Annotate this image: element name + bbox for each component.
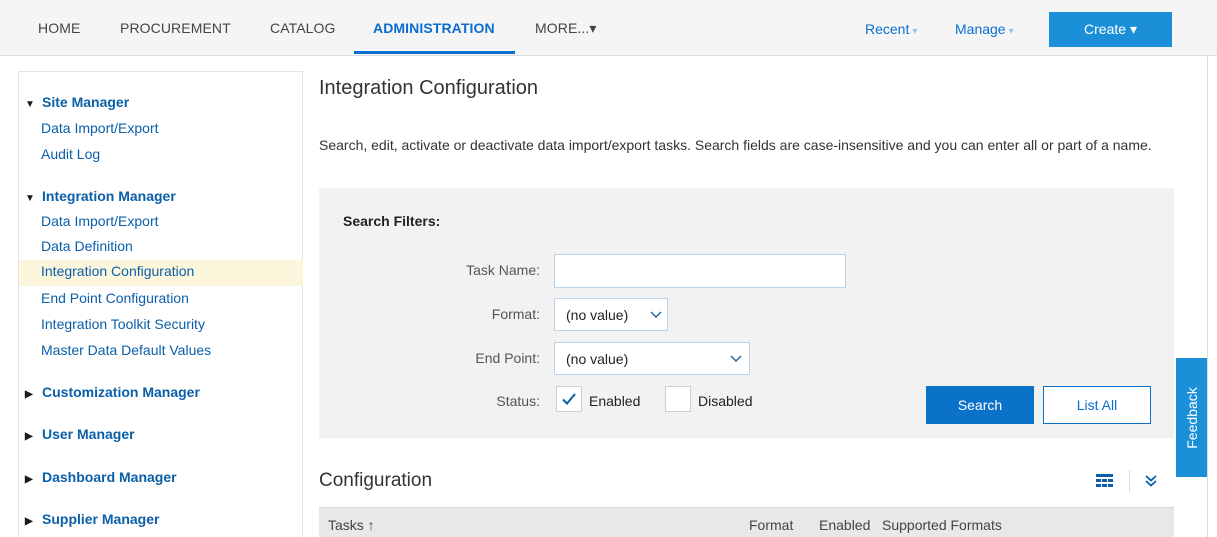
recent-caret-icon: ▾ [912, 26, 918, 37]
task-name-label: Task Name: [466, 262, 540, 278]
manage-caret-icon: ▾ [1008, 26, 1014, 37]
search-button[interactable]: Search [926, 386, 1034, 424]
sidebar-item-master-data-default-values[interactable]: Master Data Default Values [41, 342, 211, 358]
disabled-label: Disabled [698, 393, 753, 409]
create-button[interactable]: Create ▾ [1049, 12, 1172, 47]
end-point-selected-value: (no value) [566, 350, 629, 367]
expanded-triangle-icon: ▼ [25, 99, 35, 110]
sidebar-section-integration-manager[interactable]: ▼ Integration Manager [25, 188, 176, 204]
sidebar-item-integration-configuration[interactable]: Integration Configuration [41, 263, 194, 279]
format-select[interactable]: (no value) [554, 298, 668, 331]
format-selected-value: (no value) [566, 306, 629, 323]
sidebar-section-supplier-manager[interactable]: ▶ Supplier Manager [25, 511, 159, 527]
section-title: Supplier Manager [42, 511, 160, 527]
column-header-supported-formats[interactable]: Supported Formats [882, 517, 1002, 533]
sidebar-item-data-import-export[interactable]: Data Import/Export [41, 213, 159, 229]
table-options-icon[interactable] [1096, 474, 1113, 488]
page-title: Integration Configuration [319, 77, 539, 99]
feedback-label: Feedback [1183, 386, 1200, 449]
toolbar-divider [1129, 470, 1130, 492]
sidebar-item-integration-toolkit-security[interactable]: Integration Toolkit Security [41, 316, 205, 332]
section-title: Customization Manager [42, 384, 200, 400]
top-navigation-bar: HOME PROCUREMENT CATALOG ADMINISTRATION … [0, 0, 1217, 56]
checkmark-icon [562, 393, 576, 405]
sidebar-item-data-definition[interactable]: Data Definition [41, 238, 133, 254]
nav-tab-procurement[interactable]: PROCUREMENT [120, 20, 231, 36]
section-title: Integration Manager [42, 188, 176, 204]
search-filters-panel: Search Filters: Task Name: Format: (no v… [319, 188, 1174, 438]
list-all-button[interactable]: List All [1043, 386, 1151, 424]
section-title: User Manager [42, 426, 135, 442]
feedback-tab[interactable]: Feedback [1176, 358, 1207, 477]
collapsed-triangle-icon: ▶ [25, 474, 33, 485]
sidebar-section-dashboard-manager[interactable]: ▶ Dashboard Manager [25, 469, 177, 485]
configuration-table-header: Tasks ↑ Format Enabled Supported Formats [319, 507, 1174, 537]
sidebar-section-user-manager[interactable]: ▶ User Manager [25, 426, 135, 442]
end-point-label: End Point: [475, 350, 540, 366]
nav-tab-administration[interactable]: ADMINISTRATION [373, 20, 495, 36]
manage-label: Manage [955, 21, 1006, 37]
disabled-checkbox[interactable] [665, 386, 691, 412]
manage-menu[interactable]: Manage ▾ [955, 21, 1014, 37]
section-title: Dashboard Manager [42, 469, 177, 485]
collapsed-triangle-icon: ▶ [25, 389, 33, 400]
recent-label: Recent [865, 21, 910, 37]
end-point-select[interactable]: (no value) [554, 342, 750, 375]
sidebar-item-end-point-configuration[interactable]: End Point Configuration [41, 290, 189, 306]
page-description: Search, edit, activate or deactivate dat… [319, 137, 1152, 153]
chevron-down-icon [730, 355, 742, 362]
expanded-triangle-icon: ▼ [25, 193, 35, 204]
nav-tab-catalog[interactable]: CATALOG [270, 20, 336, 36]
sidebar-section-site-manager[interactable]: ▼ Site Manager [25, 94, 129, 110]
sidebar-item-audit-log[interactable]: Audit Log [41, 146, 100, 162]
search-filters-title: Search Filters: [343, 213, 441, 229]
enabled-checkbox[interactable] [556, 386, 582, 412]
configuration-section-title: Configuration [319, 470, 433, 491]
sidebar-section-customization-manager[interactable]: ▶ Customization Manager [25, 384, 200, 400]
format-label: Format: [491, 306, 540, 322]
nav-tab-home[interactable]: HOME [38, 20, 80, 36]
column-header-tasks[interactable]: Tasks ↑ [328, 517, 375, 533]
nav-tab-more[interactable]: MORE...▾ [535, 20, 597, 37]
task-name-input[interactable] [554, 254, 846, 288]
active-tab-indicator [354, 51, 515, 54]
sidebar-item-site-data-import-export[interactable]: Data Import/Export [41, 120, 159, 136]
recent-menu[interactable]: Recent ▾ [865, 21, 917, 37]
section-title: Site Manager [42, 94, 130, 110]
double-chevron-down-icon[interactable] [1144, 474, 1158, 488]
status-label: Status: [496, 393, 540, 409]
edge-divider [1207, 56, 1208, 537]
column-header-enabled[interactable]: Enabled [819, 517, 870, 533]
collapsed-triangle-icon: ▶ [25, 431, 33, 442]
enabled-label: Enabled [589, 393, 641, 409]
admin-sidebar: ▼ Site Manager Data Import/Export Audit L… [18, 71, 303, 537]
collapsed-triangle-icon: ▶ [25, 516, 33, 527]
column-header-format[interactable]: Format [749, 517, 793, 533]
chevron-down-icon [650, 311, 662, 318]
